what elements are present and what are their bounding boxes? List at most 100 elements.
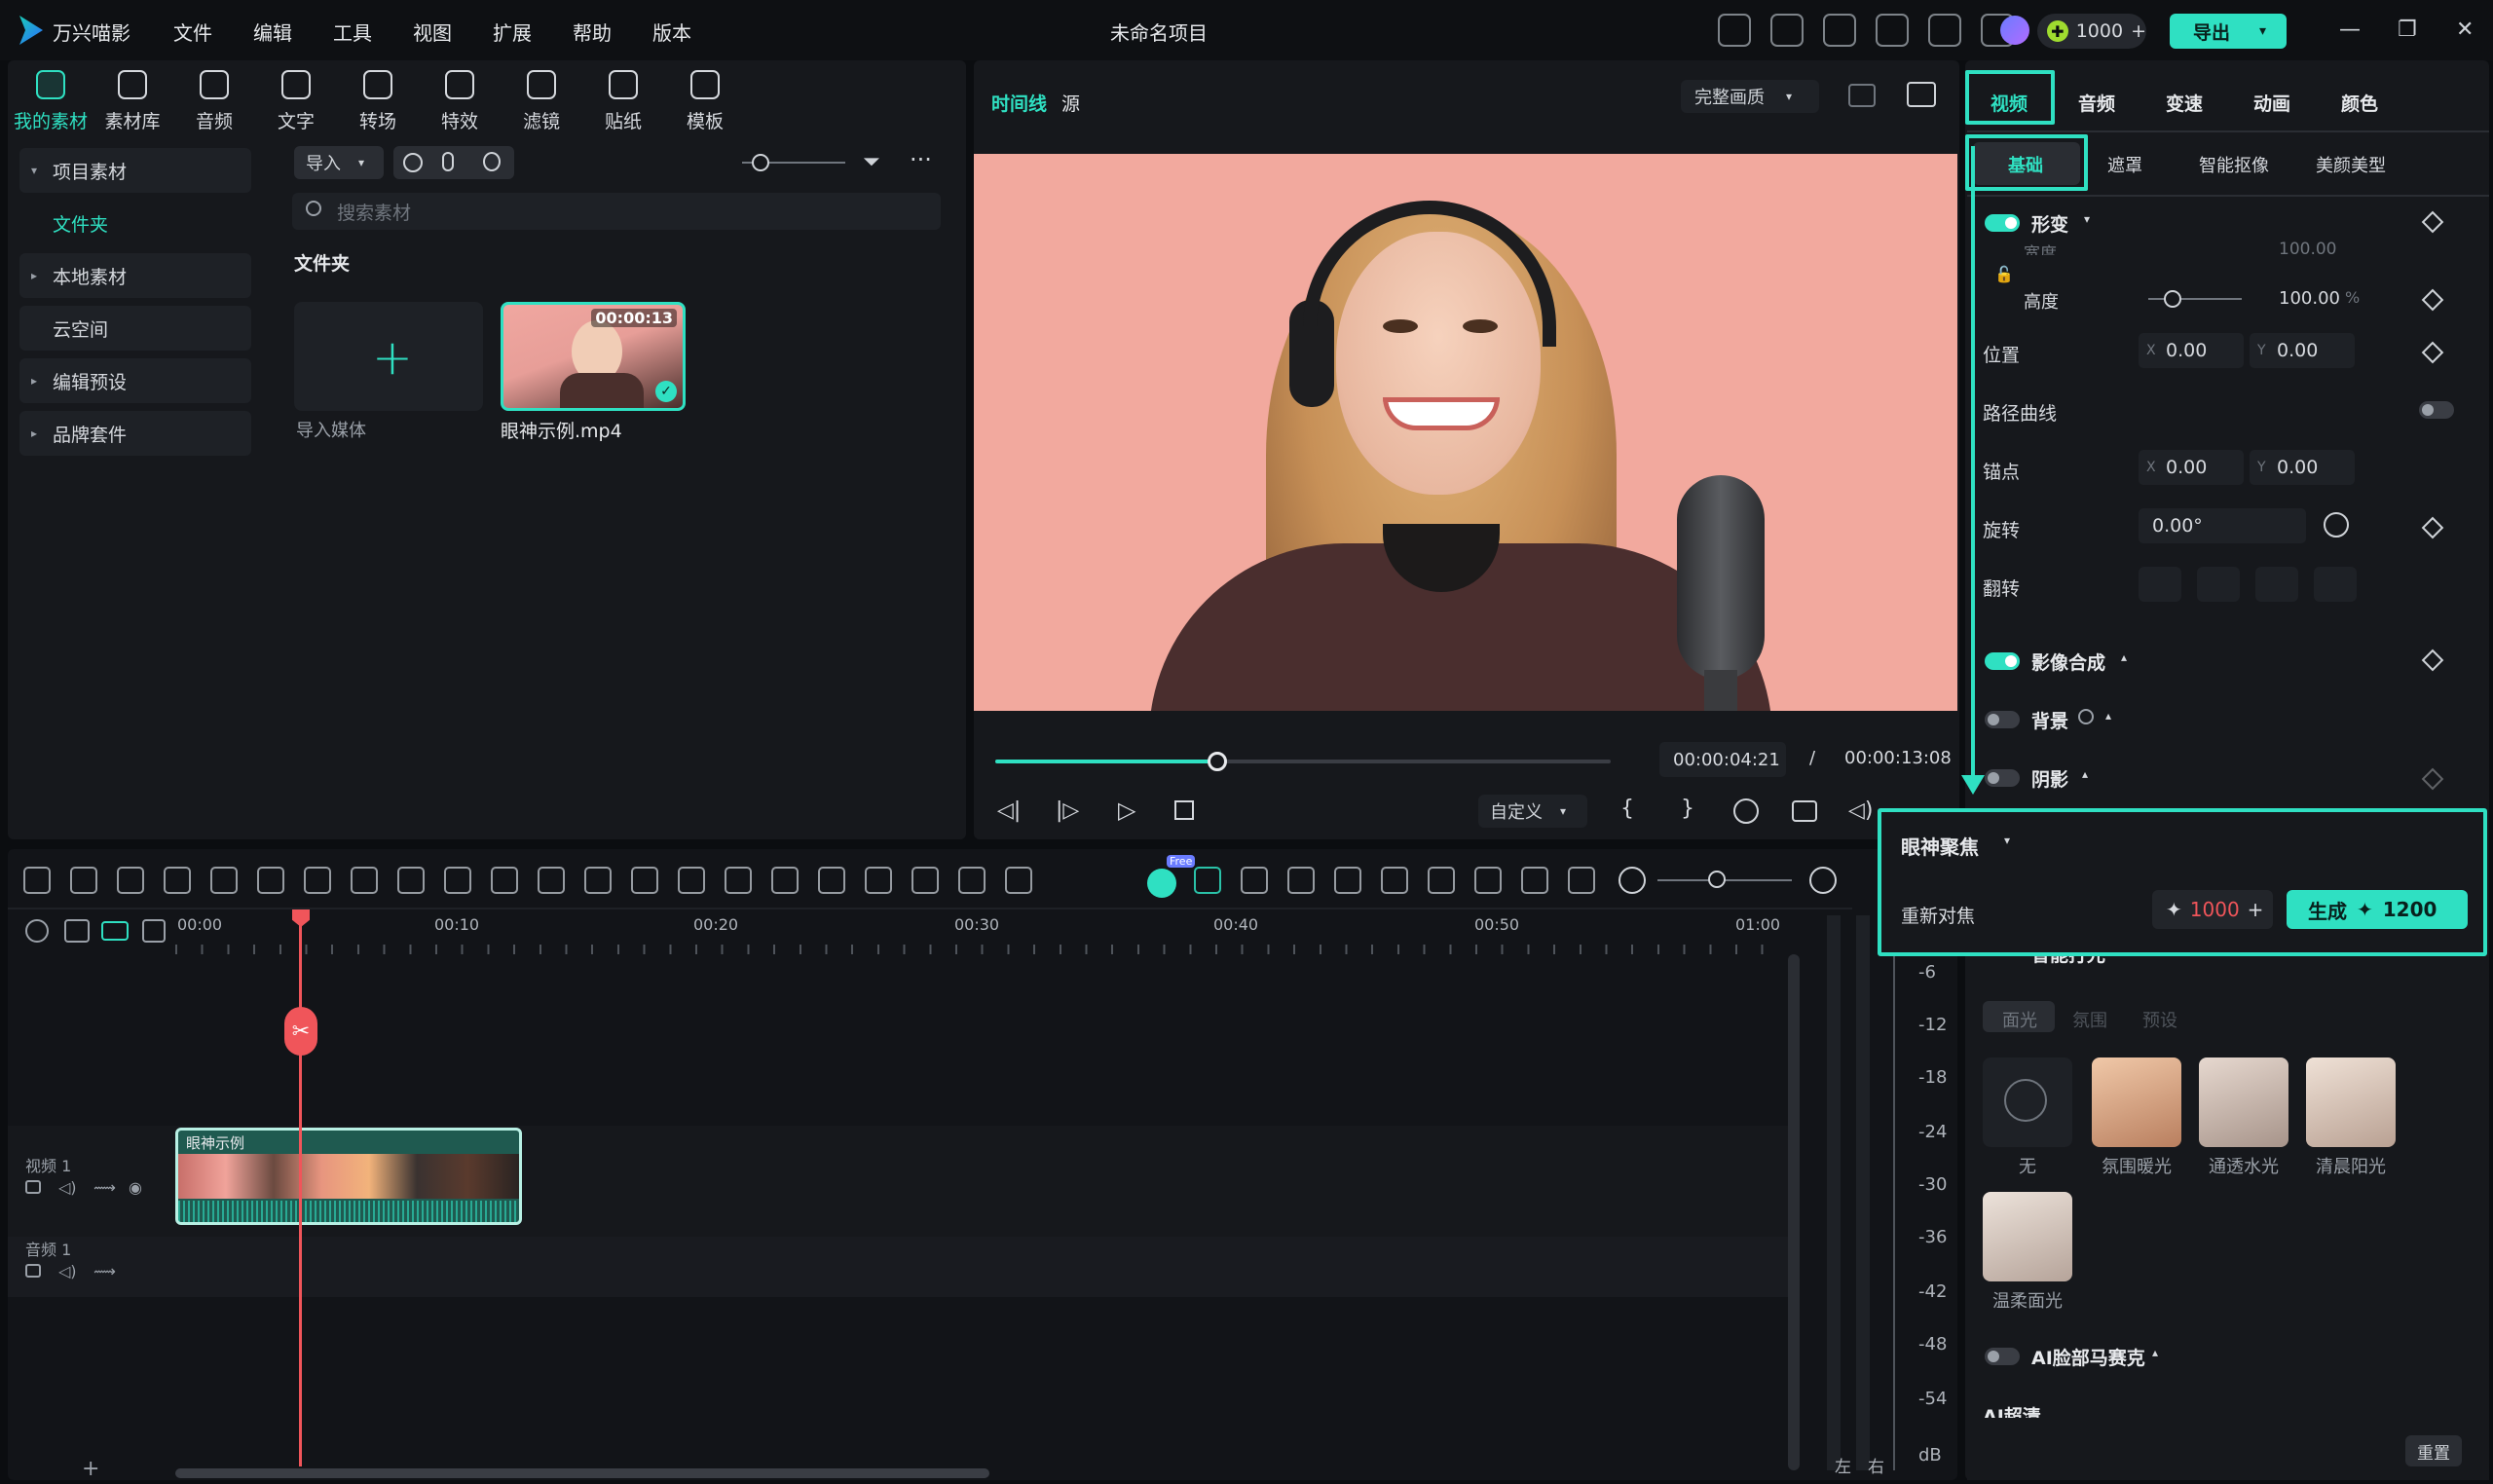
light-tab-preset[interactable]: 预设 xyxy=(2142,1007,2177,1032)
width-value[interactable]: 100.00 xyxy=(2279,240,2336,255)
compositing-section[interactable]: 影像合成 xyxy=(2031,649,2105,675)
headset-icon[interactable] xyxy=(1928,14,1961,47)
collapse-icon[interactable]: ▾ xyxy=(2004,834,2010,847)
subtab-mask[interactable]: 遮罩 xyxy=(2107,152,2142,177)
track-manage-icon[interactable] xyxy=(142,919,166,943)
height-value[interactable]: 100.00 xyxy=(2279,288,2340,309)
filter-funnel-icon[interactable]: ⏷ xyxy=(863,150,880,174)
zoom-in-icon[interactable] xyxy=(1809,867,1837,894)
mixer-icon[interactable] xyxy=(1474,867,1502,894)
mark-out-icon[interactable]: } xyxy=(1681,797,1694,821)
lock-ratio-icon[interactable]: 🔓 xyxy=(1994,265,2014,283)
mark-in-icon[interactable]: { xyxy=(1620,797,1634,821)
layout-grid-icon[interactable] xyxy=(23,867,51,894)
play-icon[interactable]: ▷ xyxy=(1118,797,1135,824)
mask-icon[interactable] xyxy=(631,867,658,894)
export-button[interactable]: 导出 ▾ xyxy=(2170,14,2287,49)
image-snapshot-icon[interactable] xyxy=(1907,82,1936,107)
rotate-left-icon[interactable] xyxy=(2314,567,2357,602)
rotate-dial-icon[interactable] xyxy=(2324,512,2349,538)
feedback-icon[interactable] xyxy=(1718,14,1751,47)
tab-stock[interactable]: 素材库 xyxy=(92,64,173,133)
timeline-video-clip[interactable]: 眼神示例 xyxy=(175,1128,522,1225)
tab-my-media[interactable]: 我的素材 xyxy=(10,64,92,133)
scissors-icon[interactable]: ✂ xyxy=(284,1007,317,1056)
subtab-beauty[interactable]: 美颜美型 xyxy=(2316,152,2386,177)
menu-file[interactable]: 文件 xyxy=(173,18,212,46)
mic-icon[interactable] xyxy=(442,152,454,171)
search-input[interactable]: 搜索素材 xyxy=(292,193,941,230)
more-options-icon[interactable]: ··· xyxy=(910,146,932,173)
ai-assistant-icon[interactable] xyxy=(1147,869,1176,898)
collapse-icon[interactable]: ▾ xyxy=(2084,212,2090,226)
timeline-zoom-handle[interactable] xyxy=(1708,871,1726,888)
media-clip-thumbnail[interactable]: 00:00:13 ✓ xyxy=(501,302,686,411)
minimize-icon[interactable]: — xyxy=(2339,18,2361,42)
import-dropdown[interactable]: 导入 ▾ xyxy=(294,146,384,179)
credits-badge[interactable]: ✚ 1000 + xyxy=(2037,14,2146,49)
eye-focus-title[interactable]: 眼神聚焦 xyxy=(1901,832,1979,860)
light-tab-face[interactable]: 面光 xyxy=(2002,1007,2037,1032)
link-audio-icon[interactable]: ⟿ xyxy=(93,1178,116,1197)
expand-icon[interactable]: ▴ xyxy=(2152,1346,2158,1359)
ai-super-section[interactable]: AI超清 xyxy=(1983,1402,2041,1418)
mute-icon[interactable]: ◁) xyxy=(58,1262,77,1280)
light-preset-clear[interactable] xyxy=(2199,1057,2288,1147)
rotate-input[interactable]: 0.00° xyxy=(2139,508,2306,543)
shadow-section[interactable]: 阴影 xyxy=(2031,765,2068,792)
transform-section[interactable]: 形变 xyxy=(2031,210,2068,237)
light-preset-soft[interactable] xyxy=(1983,1192,2072,1281)
anchor-x-input[interactable]: X 0.00 xyxy=(2139,450,2244,485)
sidebar-item-local[interactable]: ▸ 本地素材 xyxy=(19,253,251,298)
progress-handle[interactable] xyxy=(1207,752,1227,771)
tab-text[interactable]: 文字 xyxy=(255,64,337,133)
custom-ratio-dropdown[interactable]: 自定义 ▾ xyxy=(1478,795,1587,828)
video-preview[interactable] xyxy=(974,154,1957,711)
sidebar-item-folder[interactable]: 文件夹 xyxy=(19,201,251,245)
link-audio-icon[interactable]: ⟿ xyxy=(93,1262,116,1280)
light-preset-warm[interactable] xyxy=(2092,1057,2181,1147)
track-settings-icon[interactable] xyxy=(25,919,49,943)
import-media-tile[interactable]: + xyxy=(294,302,483,411)
current-time[interactable]: 00:00:04:21 xyxy=(1659,742,1786,777)
credit-cost-badge[interactable]: ✦ 1000 + xyxy=(2152,890,2273,929)
cloud-upload-icon[interactable] xyxy=(1876,14,1909,47)
ai-mosaic-toggle[interactable] xyxy=(1985,1348,2020,1365)
timeline-scrollbar[interactable] xyxy=(175,1468,989,1478)
background-section[interactable]: 背景 xyxy=(2031,707,2068,733)
sidebar-item-brand-kit[interactable]: ▸ 品牌套件 xyxy=(19,411,251,456)
quality-dropdown[interactable]: 完整画质 ▾ xyxy=(1681,80,1819,113)
light-tab-ambient[interactable]: 氛围 xyxy=(2072,1007,2107,1032)
playhead[interactable] xyxy=(299,911,302,1466)
tab-audio[interactable]: 音频 xyxy=(173,64,255,133)
light-preset-morning[interactable] xyxy=(2306,1057,2396,1147)
menu-view[interactable]: 视图 xyxy=(413,18,452,46)
tab-stickers[interactable]: 贴纸 xyxy=(582,64,664,133)
replace-icon[interactable] xyxy=(1287,867,1315,894)
prev-frame-icon[interactable]: ◁| xyxy=(997,798,1021,823)
menu-version[interactable]: 版本 xyxy=(652,18,691,46)
crop-icon[interactable] xyxy=(397,867,425,894)
ai-tool-icon[interactable] xyxy=(771,867,799,894)
speed-icon[interactable] xyxy=(491,867,518,894)
path-curve-toggle[interactable] xyxy=(2419,401,2454,419)
flip-horizontal-icon[interactable] xyxy=(2139,567,2181,602)
eye-icon[interactable]: ◉ xyxy=(129,1178,142,1197)
tab-filters[interactable]: 滤镜 xyxy=(501,64,582,133)
audio-note-icon[interactable] xyxy=(725,867,752,894)
height-slider-handle[interactable] xyxy=(2164,290,2181,308)
record-icon[interactable] xyxy=(403,153,423,172)
generate-button[interactable]: 生成 ✦ 1200 xyxy=(2287,890,2468,929)
palette-icon[interactable] xyxy=(865,867,892,894)
shield-icon[interactable] xyxy=(1381,867,1408,894)
ai-avatar-icon[interactable] xyxy=(2000,16,2029,45)
tab-timeline-preview[interactable]: 时间线 xyxy=(991,90,1047,116)
text-to-speech-icon[interactable] xyxy=(912,867,939,894)
frame-icon[interactable] xyxy=(538,867,565,894)
add-track-icon[interactable]: + xyxy=(82,1457,99,1481)
light-preset-none[interactable] xyxy=(1983,1057,2072,1147)
redo-icon[interactable] xyxy=(164,867,191,894)
tab-templates[interactable]: 模板 xyxy=(664,64,746,133)
unlink-icon[interactable] xyxy=(64,919,90,943)
transform-toggle[interactable] xyxy=(1985,214,2020,232)
